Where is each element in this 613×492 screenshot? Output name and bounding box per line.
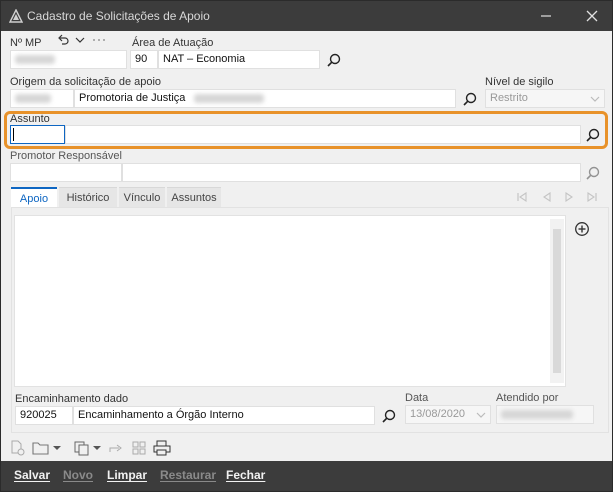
vertical-scrollbar[interactable] (550, 219, 564, 383)
minimize-icon (541, 15, 551, 17)
scrollbar-thumb[interactable] (553, 229, 561, 373)
window: Cadastro de Solicitações de Apoio Nº MP … (0, 0, 613, 492)
bottom-toolbar (1, 437, 612, 459)
search-icon (382, 409, 396, 423)
previous-record-icon[interactable] (540, 190, 554, 204)
assunto-code-field[interactable] (10, 125, 65, 144)
assunto-search-button[interactable] (585, 127, 601, 143)
novo-button[interactable]: Novo (63, 468, 93, 482)
apoio-text-area[interactable] (14, 215, 566, 387)
atendido-label: Atendido por (496, 392, 559, 404)
sigilo-value: Restrito (490, 92, 528, 104)
data-value: 13/08/2020 (410, 408, 466, 420)
tab-vinculo[interactable]: Vínculo (119, 187, 165, 207)
area-search-button[interactable] (326, 52, 342, 68)
forward-icon[interactable] (108, 440, 124, 456)
sigilo-label: Nível de sigilo (485, 76, 554, 88)
fechar-button[interactable]: Fechar (226, 468, 265, 482)
encaminhamento-search-button[interactable] (381, 408, 397, 424)
mp-label: Nº MP (10, 37, 42, 49)
text-cursor (13, 128, 14, 141)
promotor-name-field[interactable] (122, 163, 581, 182)
search-icon (463, 92, 477, 106)
next-record-icon[interactable] (562, 190, 576, 204)
limpar-button[interactable]: Limpar (107, 468, 147, 482)
origem-label: Origem da solicitação de apoio (10, 76, 162, 88)
copy-icon[interactable] (73, 440, 91, 456)
data-label: Data (405, 392, 429, 404)
window-title: Cadastro de Solicitações de Apoio (27, 9, 210, 23)
promotor-label: Promotor Responsável (10, 150, 122, 162)
search-icon (586, 128, 600, 142)
tab-apoio[interactable]: Apoio (11, 187, 57, 207)
grid-icon[interactable] (131, 440, 147, 456)
search-icon (327, 53, 341, 67)
origem-name-field[interactable]: Promotoria de Justiça (74, 89, 456, 108)
encaminhamento-label: Encaminhamento dado (15, 393, 129, 405)
close-button[interactable] (575, 3, 609, 29)
add-circle-icon[interactable] (574, 221, 590, 237)
last-record-icon[interactable] (585, 190, 599, 204)
chevron-down-icon[interactable] (75, 35, 85, 45)
area-code-field[interactable]: 90 (130, 50, 158, 69)
salvar-button[interactable]: Salvar (14, 468, 50, 482)
origem-search-button[interactable] (462, 91, 478, 107)
title-bar: Cadastro de Solicitações de Apoio (1, 1, 612, 31)
promotor-search-button[interactable] (585, 165, 601, 181)
close-icon (586, 10, 598, 22)
app-logo-icon (9, 9, 23, 23)
promotor-code-field[interactable] (10, 163, 122, 182)
tab-assuntos[interactable]: Assuntos (167, 187, 221, 207)
encaminhamento-name-field[interactable]: Encaminhamento a Órgão Interno (73, 406, 375, 425)
chevron-down-icon (590, 96, 600, 102)
first-record-icon[interactable] (515, 190, 529, 204)
chevron-down-icon (476, 412, 486, 418)
origem-code-field[interactable] (10, 89, 74, 108)
undo-icon[interactable] (57, 34, 69, 46)
assunto-name-field[interactable] (65, 125, 581, 144)
area-name-field[interactable]: NAT – Economia (158, 50, 320, 69)
folder-icon[interactable] (32, 440, 50, 456)
new-document-icon[interactable] (9, 440, 25, 456)
footer-bar: Salvar Novo Limpar Restaurar Fechar (1, 461, 612, 491)
assunto-label: Assunto (10, 113, 50, 125)
tab-historico[interactable]: Histórico (59, 187, 117, 207)
encaminhamento-code-field[interactable]: 920025 (15, 406, 73, 425)
dropdown-arrow-icon[interactable] (53, 444, 61, 452)
origem-name-value: Promotoria de Justiça (79, 92, 186, 104)
area-label: Área de Atuação (132, 37, 214, 49)
data-field[interactable]: 13/08/2020 (405, 405, 491, 424)
atendido-field[interactable] (496, 405, 594, 424)
minimize-button[interactable] (529, 3, 563, 29)
dropdown-arrow-icon[interactable] (93, 444, 101, 452)
more-icon[interactable] (92, 37, 106, 43)
search-icon (586, 166, 600, 180)
mp-number-field[interactable] (10, 50, 127, 69)
restaurar-button[interactable]: Restaurar (160, 468, 216, 482)
printer-icon[interactable] (153, 440, 171, 456)
sigilo-select[interactable]: Restrito (485, 89, 605, 108)
